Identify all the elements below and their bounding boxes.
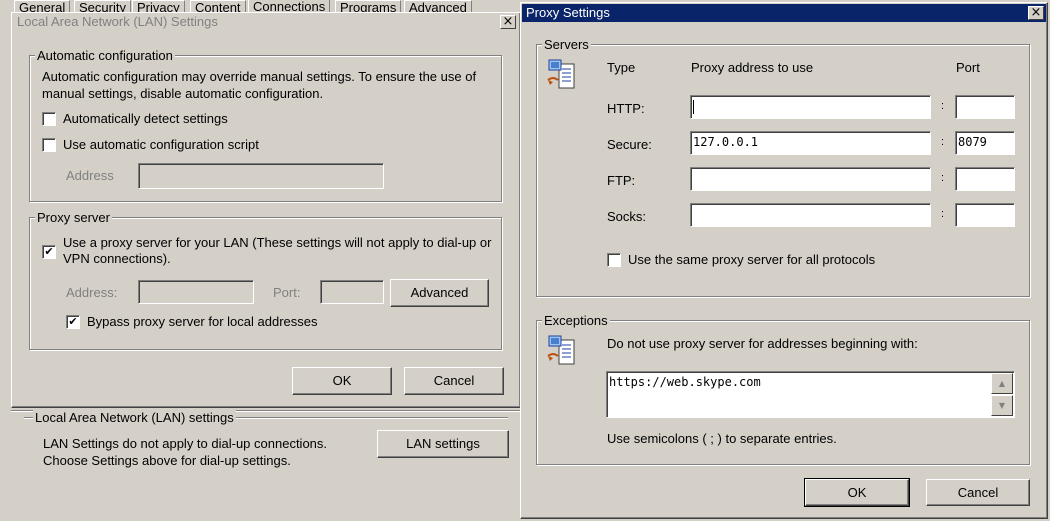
lan-settings-button[interactable]: LAN settings	[377, 430, 509, 458]
ftp-port-input[interactable]	[955, 167, 1015, 191]
proxy-settings-title: Proxy Settings	[526, 5, 610, 20]
same-proxy-checkbox[interactable]	[607, 253, 621, 267]
exceptions-description: Do not use proxy server for addresses be…	[607, 336, 918, 351]
scroll-up-arrow-icon: ▲	[998, 379, 1006, 388]
bypass-local-label: Bypass proxy server for local addresses	[87, 314, 318, 329]
proxy-address-input[interactable]	[138, 280, 254, 304]
lan-ok-button[interactable]: OK	[292, 367, 392, 395]
socks-port-input[interactable]	[955, 203, 1015, 227]
socks-colon: :	[941, 208, 945, 220]
lan-section-line1: LAN Settings do not apply to dial-up con…	[43, 436, 328, 451]
scroll-down-arrow-icon: ▼	[998, 401, 1006, 410]
lan-section-line2: Choose Settings above for dial-up settin…	[43, 453, 291, 468]
same-proxy-label: Use the same proxy server for all protoc…	[628, 252, 876, 267]
servers-group-label: Servers	[542, 37, 591, 52]
proxy-server-group-label: Proxy server	[35, 210, 112, 225]
exceptions-group-label: Exceptions	[542, 313, 610, 328]
checkmark-icon: ✔	[44, 245, 54, 258]
auto-config-script-checkbox[interactable]	[42, 138, 56, 152]
bypass-local-checkbox[interactable]: ✔	[66, 315, 80, 329]
col-type-header: Type	[607, 60, 636, 75]
lan-settings-title: Local Area Network (LAN) Settings	[17, 14, 218, 29]
exceptions-hint: Use semicolons ( ; ) to separate entries…	[607, 431, 837, 446]
exceptions-value: https://web.skype.com	[609, 375, 761, 389]
use-proxy-label: Use a proxy server for your LAN (These s…	[63, 235, 492, 266]
ftp-address-input[interactable]	[690, 167, 931, 191]
auto-config-description: Automatic configuration may override man…	[42, 69, 477, 101]
ftp-colon: :	[941, 172, 945, 184]
http-address-input[interactable]	[690, 95, 931, 119]
secure-port-input[interactable]: 8079	[955, 131, 1015, 155]
ftp-label: FTP:	[607, 173, 636, 188]
proxy-port-label: Port:	[273, 285, 301, 300]
proxy-address-label: Address:	[66, 285, 118, 300]
http-colon: :	[941, 100, 945, 112]
col-address-header: Proxy address to use	[691, 60, 814, 75]
http-label: HTTP:	[607, 101, 645, 116]
auto-config-group-label: Automatic configuration	[35, 48, 175, 63]
col-port-header: Port	[956, 60, 980, 75]
auto-detect-label: Automatically detect settings	[63, 111, 228, 126]
use-proxy-checkbox[interactable]: ✔	[42, 245, 56, 259]
secure-address-input[interactable]: 127.0.0.1	[690, 131, 931, 155]
proxy-port-input[interactable]	[320, 280, 384, 304]
lan-close-button[interactable]: ×	[500, 15, 516, 29]
script-address-label: Address	[66, 168, 114, 183]
text-caret	[693, 99, 694, 114]
socks-label: Socks:	[607, 209, 647, 224]
close-icon: ×	[1030, 5, 1042, 20]
checkmark-icon: ✔	[68, 315, 78, 328]
auto-config-script-label: Use automatic configuration script	[63, 137, 259, 152]
lan-section-label: Local Area Network (LAN) settings	[33, 410, 236, 425]
auto-detect-checkbox[interactable]	[42, 112, 56, 126]
proxy-close-button[interactable]: ×	[1028, 6, 1044, 20]
lan-cancel-button[interactable]: Cancel	[404, 367, 504, 395]
exceptions-textarea[interactable]: https://web.skype.com	[606, 371, 1015, 418]
network-settings-icon	[547, 335, 575, 365]
secure-colon: :	[941, 136, 945, 148]
http-port-input[interactable]	[955, 95, 1015, 119]
proxy-cancel-button[interactable]: Cancel	[926, 479, 1030, 506]
scroll-up-button[interactable]: ▲	[991, 373, 1013, 394]
advanced-button[interactable]: Advanced	[390, 279, 489, 307]
network-settings-icon	[547, 59, 575, 89]
lan-settings-titlebar[interactable]: Local Area Network (LAN) Settings	[13, 13, 519, 31]
secure-label: Secure:	[607, 137, 652, 152]
proxy-settings-titlebar[interactable]: Proxy Settings	[522, 4, 1046, 22]
proxy-ok-button[interactable]: OK	[804, 478, 910, 507]
socks-address-input[interactable]	[690, 203, 931, 227]
close-icon: ×	[502, 14, 514, 29]
script-address-input[interactable]	[138, 163, 384, 189]
scroll-down-button[interactable]: ▼	[991, 395, 1013, 416]
